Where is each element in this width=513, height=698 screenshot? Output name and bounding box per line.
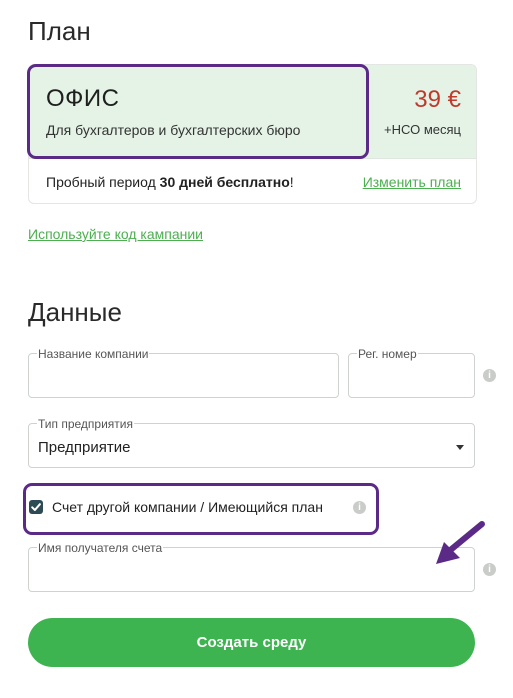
other-company-checkbox[interactable] xyxy=(29,500,43,514)
data-section-title: Данные xyxy=(28,297,122,327)
campaign-code-link[interactable]: Используйте код кампании xyxy=(28,226,203,242)
plan-highlight-annotation xyxy=(27,64,369,159)
reg-number-info-icon[interactable]: i xyxy=(483,369,496,382)
arrow-annotation-icon xyxy=(436,521,485,564)
invoice-recipient-label: Имя получателя счета xyxy=(37,541,164,555)
company-name-field[interactable]: Название компании xyxy=(28,347,339,398)
change-plan-link[interactable]: Изменить план xyxy=(363,174,461,190)
other-company-info-icon[interactable]: i xyxy=(353,501,366,514)
plan-period: +НСО месяц xyxy=(384,122,461,137)
invoice-recipient-field[interactable]: Имя получателя счета xyxy=(28,541,475,592)
enterprise-type-label: Тип предприятия xyxy=(37,417,134,431)
trial-bold: 30 дней бесплатно xyxy=(159,174,290,190)
enterprise-type-value: Предприятие xyxy=(38,439,131,456)
caret-down-icon xyxy=(456,445,464,450)
trial-suffix: ! xyxy=(289,174,294,190)
plan-section-title: План xyxy=(28,16,91,46)
reg-number-label: Рег. номер xyxy=(357,347,418,361)
plan-price: 39 € xyxy=(414,86,461,113)
enterprise-type-select[interactable]: Тип предприятия Предприятие xyxy=(28,417,475,468)
check-icon xyxy=(31,503,41,511)
other-company-checkbox-label[interactable]: Счет другой компании / Имеющийся план xyxy=(52,499,323,515)
create-environment-button[interactable]: Создать среду xyxy=(28,618,475,667)
trial-text: Пробный период 30 дней бесплатно! xyxy=(46,174,294,190)
trial-prefix: Пробный период xyxy=(46,174,160,190)
reg-number-field[interactable]: Рег. номер xyxy=(348,347,475,398)
company-name-label: Название компании xyxy=(37,347,150,361)
